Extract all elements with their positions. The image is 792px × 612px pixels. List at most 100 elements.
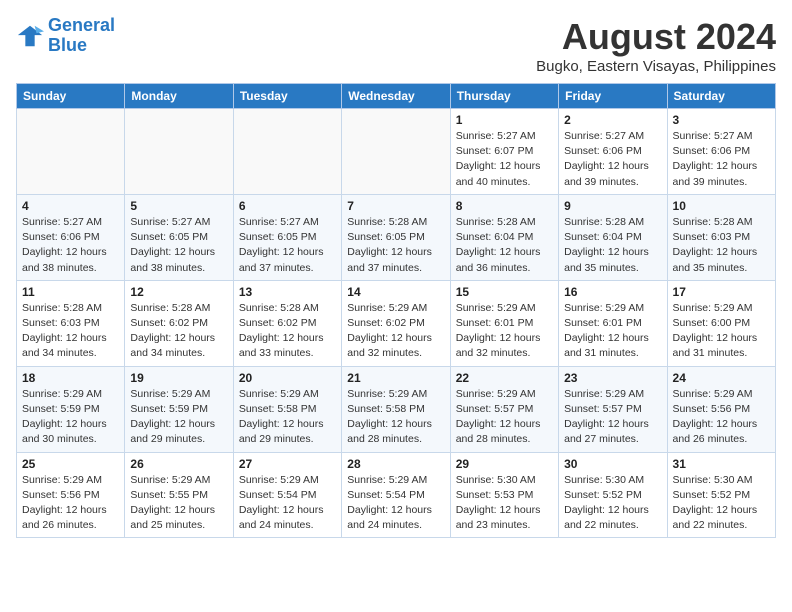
calendar-cell: 1Sunrise: 5:27 AMSunset: 6:07 PMDaylight… [450, 109, 558, 195]
calendar-cell: 10 Sunrise: 5:28 AMSunset: 6:03 PMDayligh… [667, 194, 775, 280]
header-tuesday: Tuesday [233, 84, 341, 109]
day-number: 28 [347, 457, 444, 471]
day-info: Sunrise: 5:27 AMSunset: 6:05 PMDaylight:… [239, 215, 336, 276]
header-sunday: Sunday [17, 84, 125, 109]
calendar-cell: 12 Sunrise: 5:28 AMSunset: 6:02 PMDayligh… [125, 280, 233, 366]
day-info: Sunrise: 5:28 AMSunset: 6:05 PMDaylight:… [347, 215, 444, 276]
day-info: Sunrise: 5:30 AMSunset: 5:53 PMDaylight:… [456, 473, 553, 534]
calendar-cell [233, 109, 341, 195]
day-info: Sunrise: 5:29 AMSunset: 5:54 PMDaylight:… [347, 473, 444, 534]
calendar-cell [342, 109, 450, 195]
day-number: 8 [456, 199, 553, 213]
calendar-cell: 22Sunrise: 5:29 AMSunset: 5:57 PMDayligh… [450, 366, 558, 452]
week-row-0: 1Sunrise: 5:27 AMSunset: 6:07 PMDaylight… [17, 109, 776, 195]
day-number: 15 [456, 285, 553, 299]
day-info: Sunrise: 5:29 AMSunset: 5:56 PMDaylight:… [22, 473, 119, 534]
day-info: Sunrise: 5:27 AMSunset: 6:06 PMDaylight:… [564, 129, 661, 190]
day-info: Sunrise: 5:29 AMSunset: 6:01 PMDaylight:… [564, 301, 661, 362]
calendar-cell: 11Sunrise: 5:28 AMSunset: 6:03 PMDayligh… [17, 280, 125, 366]
day-number: 31 [673, 457, 770, 471]
week-row-3: 18 Sunrise: 5:29 AMSunset: 5:59 PMDayligh… [17, 366, 776, 452]
day-number: 30 [564, 457, 661, 471]
calendar-cell: 26Sunrise: 5:29 AMSunset: 5:55 PMDayligh… [125, 452, 233, 538]
day-info: Sunrise: 5:29 AMSunset: 5:57 PMDaylight:… [564, 387, 661, 448]
day-info: Sunrise: 5:27 AMSunset: 6:05 PMDaylight:… [130, 215, 227, 276]
day-info: Sunrise: 5:27 AMSunset: 6:06 PMDaylight:… [22, 215, 119, 276]
calendar-cell: 31Sunrise: 5:30 AMSunset: 5:52 PMDayligh… [667, 452, 775, 538]
calendar-header: SundayMondayTuesdayWednesdayThursdayFrid… [17, 84, 776, 109]
calendar-cell: 25 Sunrise: 5:29 AMSunset: 5:56 PMDayligh… [17, 452, 125, 538]
logo: General Blue [16, 16, 115, 56]
page-header: General Blue August 2024 Bugko, Eastern … [16, 16, 776, 75]
day-number: 12 [130, 285, 227, 299]
day-number: 5 [130, 199, 227, 213]
day-info: Sunrise: 5:27 AMSunset: 6:07 PMDaylight:… [456, 129, 553, 190]
location-subtitle: Bugko, Eastern Visayas, Philippines [536, 58, 776, 75]
day-number: 16 [564, 285, 661, 299]
day-info: Sunrise: 5:28 AMSunset: 6:03 PMDaylight:… [22, 301, 119, 362]
day-number: 4 [22, 199, 119, 213]
calendar-cell: 27 Sunrise: 5:29 AMSunset: 5:54 PMDayligh… [233, 452, 341, 538]
calendar-cell: 24 Sunrise: 5:29 AMSunset: 5:56 PMDayligh… [667, 366, 775, 452]
header-friday: Friday [559, 84, 667, 109]
calendar-cell: 2 Sunrise: 5:27 AMSunset: 6:06 PMDaylight… [559, 109, 667, 195]
day-info: Sunrise: 5:29 AMSunset: 5:58 PMDaylight:… [239, 387, 336, 448]
header-saturday: Saturday [667, 84, 775, 109]
day-number: 10 [673, 199, 770, 213]
header-wednesday: Wednesday [342, 84, 450, 109]
day-info: Sunrise: 5:28 AMSunset: 6:03 PMDaylight:… [673, 215, 770, 276]
month-title: August 2024 [536, 16, 776, 58]
day-info: Sunrise: 5:29 AMSunset: 6:00 PMDaylight:… [673, 301, 770, 362]
day-number: 25 [22, 457, 119, 471]
calendar-cell: 30 Sunrise: 5:30 AMSunset: 5:52 PMDayligh… [559, 452, 667, 538]
logo-line2: Blue [48, 35, 87, 55]
calendar-cell: 6 Sunrise: 5:27 AMSunset: 6:05 PMDaylight… [233, 194, 341, 280]
day-number: 23 [564, 371, 661, 385]
day-info: Sunrise: 5:29 AMSunset: 5:58 PMDaylight:… [347, 387, 444, 448]
day-number: 13 [239, 285, 336, 299]
day-info: Sunrise: 5:27 AMSunset: 6:06 PMDaylight:… [673, 129, 770, 190]
day-number: 26 [130, 457, 227, 471]
calendar-cell: 4 Sunrise: 5:27 AMSunset: 6:06 PMDaylight… [17, 194, 125, 280]
day-number: 27 [239, 457, 336, 471]
calendar-cell: 28 Sunrise: 5:29 AMSunset: 5:54 PMDayligh… [342, 452, 450, 538]
week-row-2: 11Sunrise: 5:28 AMSunset: 6:03 PMDayligh… [17, 280, 776, 366]
day-info: Sunrise: 5:29 AMSunset: 6:02 PMDaylight:… [347, 301, 444, 362]
day-number: 21 [347, 371, 444, 385]
logo-text: General Blue [48, 16, 115, 56]
calendar-cell: 15Sunrise: 5:29 AMSunset: 6:01 PMDayligh… [450, 280, 558, 366]
calendar-cell: 7 Sunrise: 5:28 AMSunset: 6:05 PMDaylight… [342, 194, 450, 280]
day-number: 2 [564, 113, 661, 127]
day-number: 3 [673, 113, 770, 127]
logo-icon [16, 22, 44, 50]
day-number: 9 [564, 199, 661, 213]
calendar-cell: 29 Sunrise: 5:30 AMSunset: 5:53 PMDayligh… [450, 452, 558, 538]
calendar-body: 1Sunrise: 5:27 AMSunset: 6:07 PMDaylight… [17, 109, 776, 538]
calendar-cell: 20Sunrise: 5:29 AMSunset: 5:58 PMDayligh… [233, 366, 341, 452]
calendar-cell [17, 109, 125, 195]
day-info: Sunrise: 5:30 AMSunset: 5:52 PMDaylight:… [564, 473, 661, 534]
header-thursday: Thursday [450, 84, 558, 109]
calendar-cell: 17 Sunrise: 5:29 AMSunset: 6:00 PMDayligh… [667, 280, 775, 366]
day-info: Sunrise: 5:28 AMSunset: 6:02 PMDaylight:… [239, 301, 336, 362]
day-number: 6 [239, 199, 336, 213]
day-number: 22 [456, 371, 553, 385]
day-number: 24 [673, 371, 770, 385]
calendar-cell: 13 Sunrise: 5:28 AMSunset: 6:02 PMDayligh… [233, 280, 341, 366]
calendar-cell: 23 Sunrise: 5:29 AMSunset: 5:57 PMDayligh… [559, 366, 667, 452]
header-row: SundayMondayTuesdayWednesdayThursdayFrid… [17, 84, 776, 109]
week-row-1: 4 Sunrise: 5:27 AMSunset: 6:06 PMDaylight… [17, 194, 776, 280]
day-number: 17 [673, 285, 770, 299]
day-number: 14 [347, 285, 444, 299]
calendar-cell: 16 Sunrise: 5:29 AMSunset: 6:01 PMDayligh… [559, 280, 667, 366]
day-info: Sunrise: 5:29 AMSunset: 5:54 PMDaylight:… [239, 473, 336, 534]
day-info: Sunrise: 5:29 AMSunset: 5:59 PMDaylight:… [22, 387, 119, 448]
day-info: Sunrise: 5:28 AMSunset: 6:02 PMDaylight:… [130, 301, 227, 362]
calendar-cell: 18 Sunrise: 5:29 AMSunset: 5:59 PMDayligh… [17, 366, 125, 452]
calendar-cell: 5 Sunrise: 5:27 AMSunset: 6:05 PMDaylight… [125, 194, 233, 280]
day-info: Sunrise: 5:29 AMSunset: 5:56 PMDaylight:… [673, 387, 770, 448]
day-number: 29 [456, 457, 553, 471]
day-number: 18 [22, 371, 119, 385]
day-number: 7 [347, 199, 444, 213]
day-number: 19 [130, 371, 227, 385]
